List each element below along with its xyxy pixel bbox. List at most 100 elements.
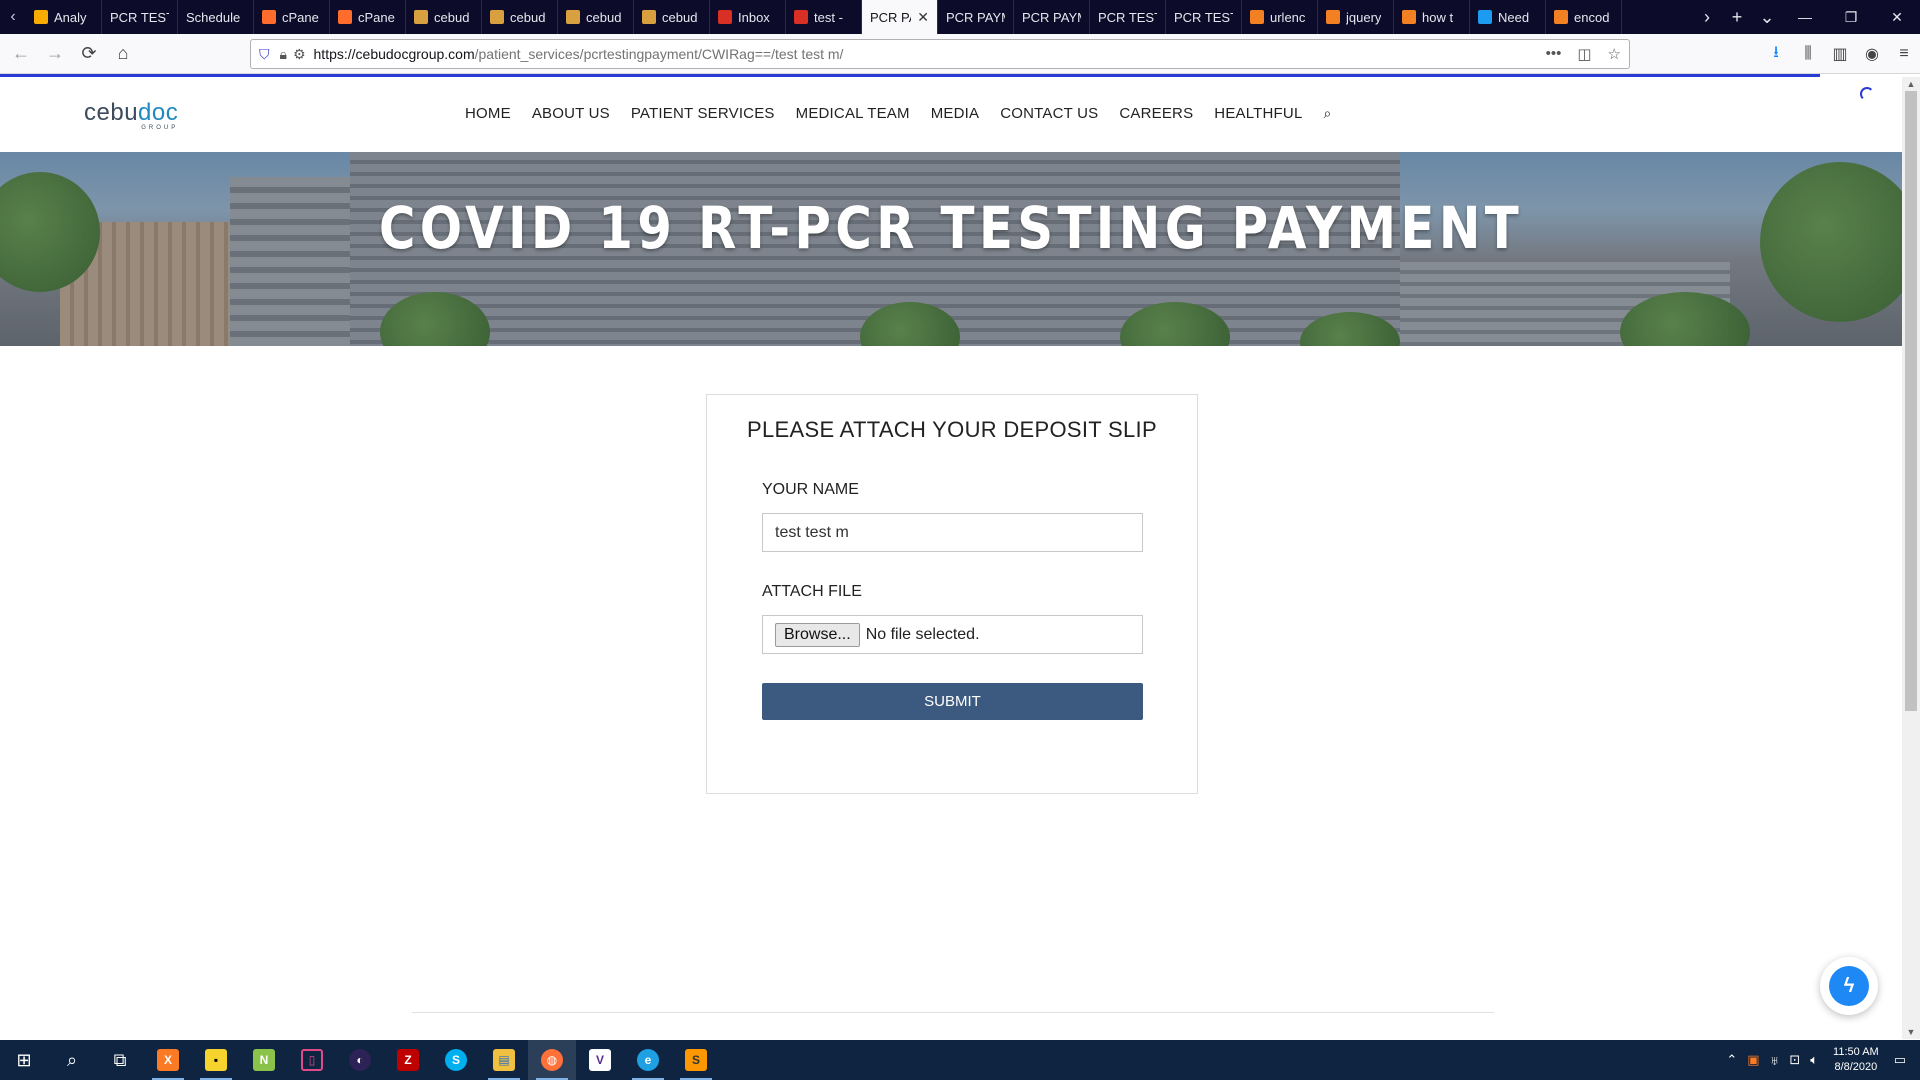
start-button-icon[interactable]: ⊞ <box>0 1040 48 1080</box>
minimize-icon[interactable]: — <box>1782 0 1828 34</box>
browser-tab[interactable]: PCR PAYM <box>938 0 1014 34</box>
browser-tab[interactable]: cebud <box>406 0 482 34</box>
menu-hamburger-icon[interactable]: ≡ <box>1888 45 1920 63</box>
phone-link-icon[interactable]: ▯ <box>288 1040 336 1080</box>
reload-icon[interactable]: ⟳ <box>72 37 106 71</box>
lock-icon[interactable]: 🔒︎ <box>280 46 287 63</box>
browser-tab[interactable]: PCR PA ✕ <box>862 0 938 34</box>
tray-xampp-icon[interactable]: ▣ <box>1747 1052 1759 1068</box>
browser-tab[interactable]: cebud <box>482 0 558 34</box>
browser-tab[interactable]: test - <box>786 0 862 34</box>
file-input[interactable]: Browse... No file selected. <box>762 615 1143 654</box>
pocket-icon[interactable]: ◫ <box>1577 45 1591 63</box>
filezilla-icon[interactable]: Z <box>384 1040 432 1080</box>
browser-tab[interactable]: cebud <box>634 0 710 34</box>
notepad-plus-icon[interactable]: N <box>240 1040 288 1080</box>
tab-scroll-left-icon[interactable]: ‹ <box>0 0 26 34</box>
loading-spinner-icon <box>1860 87 1874 101</box>
edge-icon[interactable]: e <box>624 1040 672 1080</box>
eclipse-icon[interactable]: ◐ <box>336 1040 384 1080</box>
downloads-icon[interactable]: ⭳ <box>1760 41 1792 68</box>
menu-item-contact-us[interactable]: CONTACT US <box>1000 105 1098 122</box>
browser-tab[interactable]: PCR PAYM <box>1014 0 1090 34</box>
browse-button[interactable]: Browse... <box>775 622 860 647</box>
browser-tab[interactable]: urlenc <box>1242 0 1318 34</box>
scrollbar-thumb[interactable] <box>1905 91 1917 711</box>
browser-tab[interactable]: cPane <box>330 0 406 34</box>
url-host: https://cebudocgroup.com <box>313 46 475 62</box>
browser-tab-label: urlenc <box>1270 9 1306 25</box>
search-icon[interactable]: ⌕ <box>48 1040 96 1080</box>
menu-item-careers[interactable]: CAREERS <box>1119 105 1193 122</box>
browser-tab[interactable]: cebud <box>558 0 634 34</box>
home-icon[interactable]: ⌂ <box>106 37 140 71</box>
browser-tab[interactable]: Analy <box>26 0 102 34</box>
visual-studio-icon[interactable]: V <box>576 1040 624 1080</box>
name-input[interactable]: test test m <box>762 513 1143 552</box>
tab-scroll-right-icon[interactable]: › <box>1692 7 1722 28</box>
analytics-icon <box>34 10 48 24</box>
browser-tab[interactable]: how t <box>1394 0 1470 34</box>
menu-item-patient-services[interactable]: PATIENT SERVICES <box>631 105 775 122</box>
browser-tab-label: cPane <box>358 9 395 25</box>
browser-tab[interactable]: PCR TESTI <box>102 0 178 34</box>
xampp-icon[interactable]: X <box>144 1040 192 1080</box>
tab-list-dropdown-icon[interactable]: ⌄ <box>1752 7 1782 28</box>
menu-item-media[interactable]: MEDIA <box>931 105 980 122</box>
menu-item-about-us[interactable]: ABOUT US <box>532 105 610 122</box>
browser-tab-label: cebud <box>434 9 470 25</box>
firefox-icon[interactable]: ◍ <box>528 1040 576 1080</box>
sublime-text-icon[interactable]: S <box>672 1040 720 1080</box>
browser-tab[interactable]: Need <box>1470 0 1546 34</box>
sticky-notes-icon[interactable]: ▪ <box>192 1040 240 1080</box>
menu-item-healthful[interactable]: HEALTHFUL <box>1214 105 1302 122</box>
close-tab-icon[interactable]: ✕ <box>917 9 929 26</box>
browser-nav-bar: ← → ⟳ ⌂ ⛉ 🔒︎ ⚙ https://cebudocgroup.com /… <box>0 34 1920 74</box>
cebudoc-logo[interactable]: cebudoc GROUP <box>84 99 178 131</box>
tracking-shield-icon[interactable]: ⛉ <box>259 46 270 63</box>
back-icon[interactable]: ← <box>4 37 38 71</box>
skype-icon[interactable]: S <box>432 1040 480 1080</box>
tray-app-icon[interactable]: ♅ <box>1770 1053 1780 1068</box>
browser-tab[interactable]: jquery <box>1318 0 1394 34</box>
new-tab-icon[interactable]: + <box>1722 7 1752 28</box>
page-actions-icon[interactable]: ••• <box>1546 45 1562 63</box>
library-icon[interactable]: ⫼ <box>1792 45 1824 63</box>
browser-tab-strip: ‹ Analy PCR TESTI Schedule cPane cPane cebud c… <box>0 0 1920 34</box>
notifications-icon[interactable]: ▭ <box>1894 1052 1906 1068</box>
cebudoc-icon <box>566 10 580 24</box>
page-scrollbar[interactable]: ▲ ▼ <box>1902 77 1920 1039</box>
task-view-icon[interactable]: ⧉ <box>96 1040 144 1080</box>
menu-item-home[interactable]: HOME <box>465 105 511 122</box>
tray-expand-icon[interactable]: ⌃ <box>1726 1052 1737 1068</box>
restore-icon[interactable]: ❐ <box>1828 0 1874 34</box>
browser-tab[interactable]: Schedule <box>178 0 254 34</box>
cebudoc-icon <box>414 10 428 24</box>
messenger-chat-button[interactable]: ϟ <box>1820 957 1878 1015</box>
browser-tab[interactable]: PCR TESTI <box>1090 0 1166 34</box>
scroll-down-icon[interactable]: ▼ <box>1902 1027 1920 1037</box>
sidebar-icon[interactable]: ▥ <box>1824 44 1856 64</box>
browser-tab-label: cPane <box>282 9 319 25</box>
site-search-icon[interactable]: ⌕ <box>1324 105 1332 122</box>
forward-icon[interactable]: → <box>38 37 72 71</box>
address-bar[interactable]: ⛉ 🔒︎ ⚙ https://cebudocgroup.com/patient_… <box>250 39 1630 69</box>
menu-item-medical-team[interactable]: MEDICAL TEAM <box>796 105 910 122</box>
volume-muted-icon[interactable]: 🔈︎ <box>1810 1052 1818 1068</box>
network-icon[interactable]: ⊡ <box>1789 1052 1800 1068</box>
file-explorer-icon[interactable]: ▤ <box>480 1040 528 1080</box>
permissions-icon[interactable]: ⚙ <box>293 46 306 63</box>
toolbar-right: ⭳ ⫼ ▥ ◉ ≡ <box>1760 34 1920 74</box>
browser-tab[interactable]: encod <box>1546 0 1622 34</box>
clock[interactable]: 11:50 AM 8/8/2020 <box>1833 1045 1879 1075</box>
browser-tab[interactable]: PCR TESTI <box>1166 0 1242 34</box>
logo-text-a: cebu <box>84 99 139 126</box>
close-window-icon[interactable]: ✕ <box>1874 0 1920 34</box>
submit-button[interactable]: SUBMIT <box>762 683 1143 720</box>
bookmark-star-icon[interactable]: ☆ <box>1608 45 1621 63</box>
browser-tab[interactable]: Inbox <box>710 0 786 34</box>
account-icon[interactable]: ◉ <box>1856 44 1888 64</box>
stackoverflow-icon <box>1326 10 1340 24</box>
browser-tab[interactable]: cPane <box>254 0 330 34</box>
scroll-up-icon[interactable]: ▲ <box>1902 79 1920 89</box>
